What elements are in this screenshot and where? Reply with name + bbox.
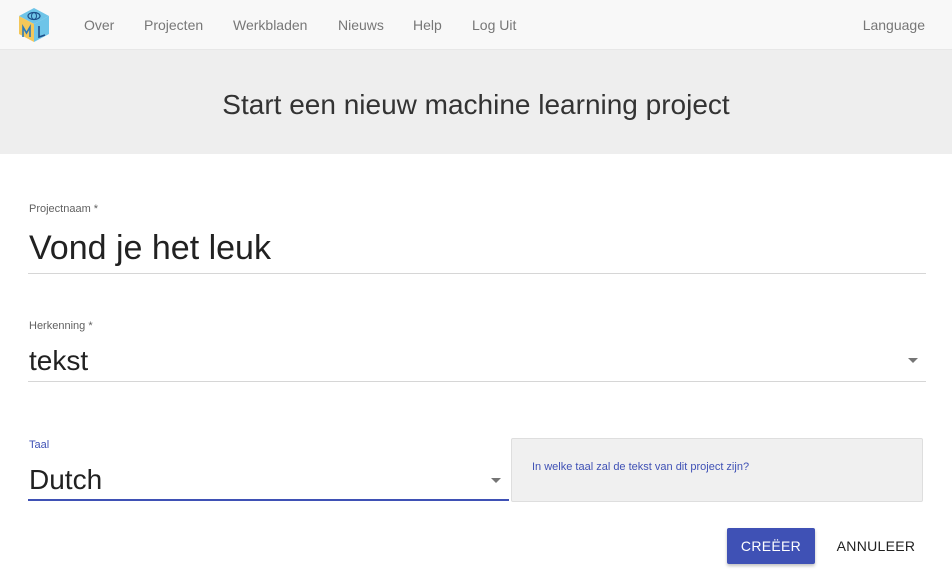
page-header: Start een nieuw machine learning project — [0, 50, 952, 154]
nav-item-over[interactable]: Over — [84, 17, 114, 33]
recognition-value[interactable]: tekst — [29, 345, 88, 377]
language-underline — [28, 499, 509, 501]
project-name-underline — [28, 273, 926, 274]
chevron-down-icon[interactable] — [491, 478, 501, 483]
create-button[interactable]: CREËER — [727, 528, 815, 564]
nav-item-projecten[interactable]: Projecten — [144, 17, 203, 33]
top-navbar: Over Projecten Werkbladen Nieuws Help Lo… — [0, 0, 952, 50]
project-name-input[interactable]: Vond je het leuk — [29, 229, 271, 268]
nav-item-nieuws[interactable]: Nieuws — [338, 17, 384, 33]
cancel-button[interactable]: ANNULEER — [826, 528, 926, 564]
language-hint-box: In welke taal zal de tekst van dit proje… — [511, 438, 923, 502]
recognition-underline — [28, 381, 926, 382]
ml-logo-icon[interactable] — [16, 6, 52, 44]
language-menu[interactable]: Language — [863, 17, 925, 33]
recognition-label: Herkenning * — [29, 320, 93, 332]
language-label: Taal — [29, 439, 50, 451]
nav-item-help[interactable]: Help — [413, 17, 442, 33]
project-name-label: Projectnaam * — [29, 203, 99, 215]
chevron-down-icon[interactable] — [908, 358, 918, 363]
page-title: Start een nieuw machine learning project — [222, 89, 730, 120]
nav-item-log-uit[interactable]: Log Uit — [472, 17, 516, 33]
language-value[interactable]: Dutch — [29, 464, 102, 496]
language-hint-text: In welke taal zal de tekst van dit proje… — [532, 461, 750, 473]
nav-item-werkbladen[interactable]: Werkbladen — [233, 17, 307, 33]
